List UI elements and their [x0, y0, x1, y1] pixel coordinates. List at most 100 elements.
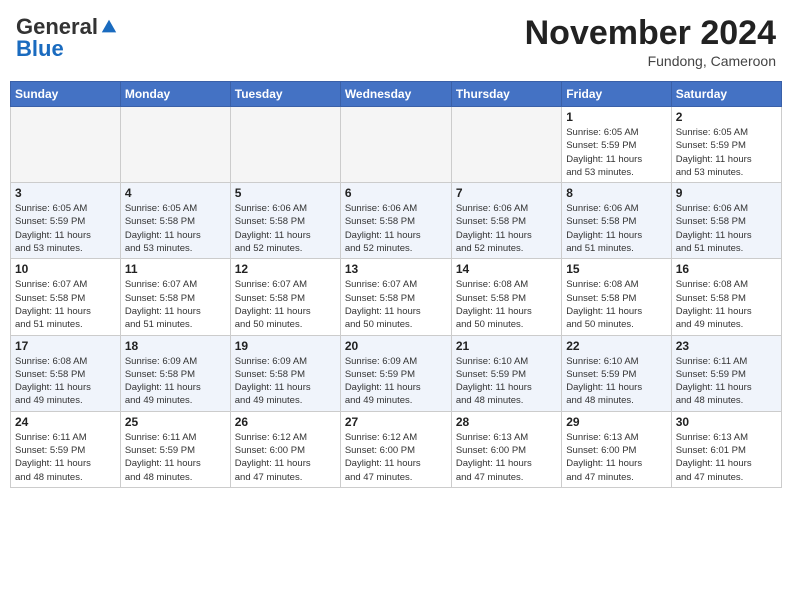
calendar-cell: 28Sunrise: 6:13 AMSunset: 6:00 PMDayligh… [451, 411, 561, 487]
calendar-cell: 29 Sunrise: 6:13 AMSunset: 6:00 PMDayligh… [562, 411, 671, 487]
day-info: Sunrise: 6:11 AMSunset: 5:59 PMDaylight:… [15, 431, 116, 484]
day-number: 22 [566, 339, 666, 353]
day-info: Sunrise: 6:13 AMSunset: 6:00 PMDaylight:… [566, 431, 666, 484]
title-block: November 2024 Fundong, Cameroon [525, 14, 776, 69]
calendar-cell: 11 Sunrise: 6:07 AMSunset: 5:58 PMDayligh… [120, 259, 230, 335]
day-info: Sunrise: 6:06 AMSunset: 5:58 PMDaylight:… [676, 202, 777, 255]
calendar-cell: 10 Sunrise: 6:07 AMSunset: 5:58 PMDayligh… [11, 259, 121, 335]
day-info: Sunrise: 6:13 AMSunset: 6:00 PMDaylight:… [456, 431, 557, 484]
calendar-week-row: 1 Sunrise: 6:05 AMSunset: 5:59 PMDaylight… [11, 107, 782, 183]
day-info: Sunrise: 6:05 AMSunset: 5:59 PMDaylight:… [676, 126, 777, 179]
weekday-header-saturday: Saturday [671, 82, 781, 107]
day-number: 23 [676, 339, 777, 353]
day-info: Sunrise: 6:06 AMSunset: 5:58 PMDaylight:… [235, 202, 336, 255]
day-info: Sunrise: 6:09 AMSunset: 5:59 PMDaylight:… [345, 355, 447, 408]
day-info: Sunrise: 6:12 AMSunset: 6:00 PMDaylight:… [345, 431, 447, 484]
page-header: General Blue November 2024 Fundong, Came… [10, 10, 782, 73]
calendar-cell: 30 Sunrise: 6:13 AMSunset: 6:01 PMDayligh… [671, 411, 781, 487]
calendar-table: SundayMondayTuesdayWednesdayThursdayFrid… [10, 81, 782, 488]
day-number: 7 [456, 186, 557, 200]
day-number: 5 [235, 186, 336, 200]
calendar-cell: 21Sunrise: 6:10 AMSunset: 5:59 PMDayligh… [451, 335, 561, 411]
day-number: 30 [676, 415, 777, 429]
calendar-cell [11, 107, 121, 183]
calendar-week-row: 10 Sunrise: 6:07 AMSunset: 5:58 PMDayligh… [11, 259, 782, 335]
day-info: Sunrise: 6:11 AMSunset: 5:59 PMDaylight:… [125, 431, 226, 484]
day-info: Sunrise: 6:10 AMSunset: 5:59 PMDaylight:… [566, 355, 666, 408]
day-number: 8 [566, 186, 666, 200]
calendar-cell: 13Sunrise: 6:07 AMSunset: 5:58 PMDayligh… [340, 259, 451, 335]
day-info: Sunrise: 6:07 AMSunset: 5:58 PMDaylight:… [125, 278, 226, 331]
calendar-cell: 7 Sunrise: 6:06 AMSunset: 5:58 PMDaylight… [451, 183, 561, 259]
day-info: Sunrise: 6:07 AMSunset: 5:58 PMDaylight:… [15, 278, 116, 331]
day-info: Sunrise: 6:05 AMSunset: 5:59 PMDaylight:… [566, 126, 666, 179]
calendar-cell: 2 Sunrise: 6:05 AMSunset: 5:59 PMDaylight… [671, 107, 781, 183]
day-number: 11 [125, 262, 226, 276]
day-number: 2 [676, 110, 777, 124]
calendar-cell: 23Sunrise: 6:11 AMSunset: 5:59 PMDayligh… [671, 335, 781, 411]
day-number: 21 [456, 339, 557, 353]
day-number: 29 [566, 415, 666, 429]
day-info: Sunrise: 6:08 AMSunset: 5:58 PMDaylight:… [15, 355, 116, 408]
day-number: 17 [15, 339, 116, 353]
calendar-week-row: 3 Sunrise: 6:05 AMSunset: 5:59 PMDaylight… [11, 183, 782, 259]
calendar-cell: 1 Sunrise: 6:05 AMSunset: 5:59 PMDaylight… [562, 107, 671, 183]
calendar-cell [340, 107, 451, 183]
day-info: Sunrise: 6:08 AMSunset: 5:58 PMDaylight:… [566, 278, 666, 331]
calendar-week-row: 24Sunrise: 6:11 AMSunset: 5:59 PMDayligh… [11, 411, 782, 487]
location: Fundong, Cameroon [525, 53, 776, 69]
day-number: 3 [15, 186, 116, 200]
day-number: 27 [345, 415, 447, 429]
calendar-cell: 5 Sunrise: 6:06 AMSunset: 5:58 PMDaylight… [230, 183, 340, 259]
day-number: 14 [456, 262, 557, 276]
day-number: 13 [345, 262, 447, 276]
day-number: 18 [125, 339, 226, 353]
day-number: 10 [15, 262, 116, 276]
day-number: 15 [566, 262, 666, 276]
calendar-week-row: 17 Sunrise: 6:08 AMSunset: 5:58 PMDayligh… [11, 335, 782, 411]
month-title: November 2024 [525, 14, 776, 53]
calendar-cell: 24Sunrise: 6:11 AMSunset: 5:59 PMDayligh… [11, 411, 121, 487]
calendar-cell: 19Sunrise: 6:09 AMSunset: 5:58 PMDayligh… [230, 335, 340, 411]
day-info: Sunrise: 6:06 AMSunset: 5:58 PMDaylight:… [345, 202, 447, 255]
weekday-header-tuesday: Tuesday [230, 82, 340, 107]
calendar-cell: 8Sunrise: 6:06 AMSunset: 5:58 PMDaylight… [562, 183, 671, 259]
weekday-header-row: SundayMondayTuesdayWednesdayThursdayFrid… [11, 82, 782, 107]
calendar-cell: 15 Sunrise: 6:08 AMSunset: 5:58 PMDayligh… [562, 259, 671, 335]
day-info: Sunrise: 6:09 AMSunset: 5:58 PMDaylight:… [235, 355, 336, 408]
weekday-header-monday: Monday [120, 82, 230, 107]
day-info: Sunrise: 6:13 AMSunset: 6:01 PMDaylight:… [676, 431, 777, 484]
day-info: Sunrise: 6:08 AMSunset: 5:58 PMDaylight:… [676, 278, 777, 331]
day-info: Sunrise: 6:09 AMSunset: 5:58 PMDaylight:… [125, 355, 226, 408]
weekday-header-thursday: Thursday [451, 82, 561, 107]
day-number: 12 [235, 262, 336, 276]
day-number: 20 [345, 339, 447, 353]
day-number: 26 [235, 415, 336, 429]
day-info: Sunrise: 6:07 AMSunset: 5:58 PMDaylight:… [235, 278, 336, 331]
calendar-cell: 9 Sunrise: 6:06 AMSunset: 5:58 PMDaylight… [671, 183, 781, 259]
weekday-header-wednesday: Wednesday [340, 82, 451, 107]
day-number: 1 [566, 110, 666, 124]
day-info: Sunrise: 6:06 AMSunset: 5:58 PMDaylight:… [456, 202, 557, 255]
calendar-cell: 18 Sunrise: 6:09 AMSunset: 5:58 PMDayligh… [120, 335, 230, 411]
calendar-cell: 4Sunrise: 6:05 AMSunset: 5:58 PMDaylight… [120, 183, 230, 259]
calendar-cell [120, 107, 230, 183]
day-number: 9 [676, 186, 777, 200]
day-info: Sunrise: 6:12 AMSunset: 6:00 PMDaylight:… [235, 431, 336, 484]
logo-icon [100, 18, 118, 36]
weekday-header-sunday: Sunday [11, 82, 121, 107]
calendar-cell: 16 Sunrise: 6:08 AMSunset: 5:58 PMDayligh… [671, 259, 781, 335]
logo: General Blue [16, 14, 118, 62]
day-number: 25 [125, 415, 226, 429]
calendar-cell: 6 Sunrise: 6:06 AMSunset: 5:58 PMDaylight… [340, 183, 451, 259]
weekday-header-friday: Friday [562, 82, 671, 107]
day-number: 4 [125, 186, 226, 200]
day-number: 16 [676, 262, 777, 276]
calendar-cell: 20 Sunrise: 6:09 AMSunset: 5:59 PMDayligh… [340, 335, 451, 411]
calendar-cell: 12 Sunrise: 6:07 AMSunset: 5:58 PMDayligh… [230, 259, 340, 335]
day-info: Sunrise: 6:05 AMSunset: 5:59 PMDaylight:… [15, 202, 116, 255]
calendar-cell: 14Sunrise: 6:08 AMSunset: 5:58 PMDayligh… [451, 259, 561, 335]
calendar-cell [451, 107, 561, 183]
day-number: 6 [345, 186, 447, 200]
calendar-cell [230, 107, 340, 183]
